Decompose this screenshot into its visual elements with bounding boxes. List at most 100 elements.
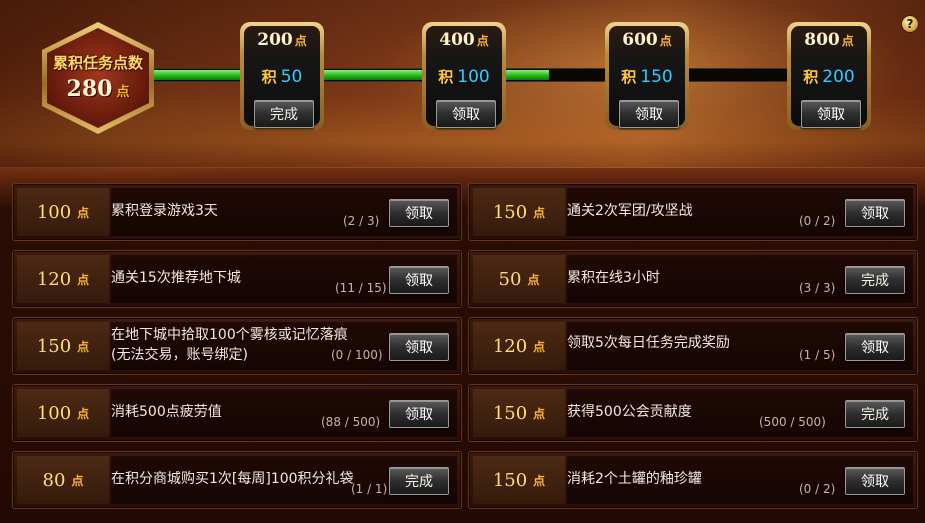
task-claim-button[interactable]: 领取 bbox=[845, 333, 905, 361]
total-points-label: 累积任务点数 bbox=[52, 54, 143, 72]
task-progress: (0 / 2) bbox=[799, 482, 836, 496]
task-points: 150 点 bbox=[475, 385, 563, 441]
task-points: 80 点 bbox=[19, 452, 107, 508]
task-title: 在积分商城购买1次[每周]100积分礼袋 bbox=[111, 471, 354, 487]
milestone-points-unit: 点 bbox=[294, 34, 307, 48]
task-points: 100 点 bbox=[19, 385, 107, 441]
milestone-points: 800 点 bbox=[787, 30, 871, 50]
task-points-number: 100 bbox=[36, 402, 72, 424]
task-progress: (500 / 500) bbox=[759, 415, 826, 429]
milestone-200-button[interactable]: 完成 bbox=[254, 100, 314, 128]
milestone-reward-value: 150 bbox=[640, 67, 673, 87]
task-progress: (0 / 100) bbox=[331, 348, 383, 362]
task-complete-button[interactable]: 完成 bbox=[389, 467, 449, 495]
task-progress: (3 / 3) bbox=[799, 281, 836, 295]
task-complete-button[interactable]: 完成 bbox=[845, 400, 905, 428]
milestone-800-button[interactable]: 领取 bbox=[801, 100, 861, 128]
task-points: 50 点 bbox=[475, 251, 563, 307]
task-points-unit: 点 bbox=[533, 339, 546, 354]
task-title: 在地下城中拾取100个雾核或记忆落痕 bbox=[111, 327, 348, 343]
task-title: 通关2次军团/攻坚战 bbox=[567, 203, 693, 219]
help-icon[interactable]: ? bbox=[901, 15, 919, 33]
task-points-number: 100 bbox=[36, 201, 72, 223]
total-points-value: 280 点 bbox=[40, 76, 156, 102]
milestone-points-unit: 点 bbox=[841, 34, 854, 48]
task-points-number: 80 bbox=[42, 469, 66, 491]
milestone-points-unit: 点 bbox=[659, 34, 672, 48]
total-points-number: 280 bbox=[66, 76, 113, 102]
task-title: 消耗2个土罐的釉珍罐 bbox=[567, 471, 702, 487]
points-currency-icon: 积 bbox=[621, 68, 637, 86]
task-progress: (0 / 2) bbox=[799, 214, 836, 228]
task-title: 累积登录游戏3天 bbox=[111, 203, 218, 219]
task-points-unit: 点 bbox=[533, 473, 546, 488]
task-points-number: 150 bbox=[492, 402, 528, 424]
milestone-points-unit: 点 bbox=[476, 34, 489, 48]
task-complete-button[interactable]: 完成 bbox=[845, 266, 905, 294]
task-points-unit: 点 bbox=[71, 473, 84, 488]
task-row: 120 点 通关15次推荐地下城 (11 / 15) 领取 bbox=[12, 250, 462, 308]
task-claim-button[interactable]: 领取 bbox=[389, 333, 449, 361]
task-points-unit: 点 bbox=[527, 272, 540, 287]
milestone-points: 200 点 bbox=[240, 30, 324, 50]
milestone-reward: 积 150 bbox=[605, 66, 689, 87]
task-title: 获得500公会贡献度 bbox=[567, 404, 692, 420]
milestone-points-number: 800 bbox=[804, 30, 840, 50]
task-claim-button[interactable]: 领取 bbox=[845, 199, 905, 227]
task-points: 120 点 bbox=[19, 251, 107, 307]
milestone-points-number: 400 bbox=[439, 30, 475, 50]
task-points-number: 50 bbox=[498, 268, 522, 290]
task-title: 累积在线3小时 bbox=[567, 270, 660, 286]
milestone-reward-value: 200 bbox=[822, 67, 855, 87]
task-points-unit: 点 bbox=[77, 339, 90, 354]
event-panel: ? 累积任务点数 280 点 200 点 积 50 完成 400 点 积 100 领取 6… bbox=[0, 0, 925, 523]
milestone-points-number: 200 bbox=[257, 30, 293, 50]
points-currency-icon: 积 bbox=[803, 68, 819, 86]
milestone-reward: 积 50 bbox=[240, 66, 324, 87]
milestone-points: 600 点 bbox=[605, 30, 689, 50]
milestone-points-number: 600 bbox=[622, 30, 658, 50]
task-claim-button[interactable]: 领取 bbox=[389, 266, 449, 294]
task-row: 100 点 消耗500点疲劳值 (88 / 500) 领取 bbox=[12, 384, 462, 442]
task-progress: (1 / 5) bbox=[799, 348, 836, 362]
task-progress: (2 / 3) bbox=[343, 214, 380, 228]
task-progress: (1 / 1) bbox=[351, 482, 388, 496]
milestone-reward-value: 50 bbox=[280, 67, 303, 87]
task-title-note: (无法交易，账号绑定) bbox=[111, 347, 248, 363]
task-points-number: 150 bbox=[492, 469, 528, 491]
task-claim-button[interactable]: 领取 bbox=[389, 400, 449, 428]
task-claim-button[interactable]: 领取 bbox=[389, 199, 449, 227]
task-points: 150 点 bbox=[475, 184, 563, 240]
task-points-unit: 点 bbox=[77, 272, 90, 287]
task-row: 50 点 累积在线3小时 (3 / 3) 完成 bbox=[468, 250, 918, 308]
milestone-points: 400 点 bbox=[422, 30, 506, 50]
task-title: 领取5次每日任务完成奖励 bbox=[567, 335, 730, 351]
points-currency-icon: 积 bbox=[261, 68, 277, 86]
task-points-unit: 点 bbox=[77, 406, 90, 421]
task-points-unit: 点 bbox=[533, 205, 546, 220]
task-row: 150 点 通关2次军团/攻坚战 (0 / 2) 领取 bbox=[468, 183, 918, 241]
task-row: 150 点 获得500公会贡献度 (500 / 500) 完成 bbox=[468, 384, 918, 442]
task-title: 消耗500点疲劳值 bbox=[111, 404, 222, 420]
task-title: 通关15次推荐地下城 bbox=[111, 270, 241, 286]
task-points-number: 120 bbox=[492, 335, 528, 357]
task-points: 100 点 bbox=[19, 184, 107, 240]
task-row: 150 点 在地下城中拾取100个雾核或记忆落痕 (无法交易，账号绑定) (0 /… bbox=[12, 317, 462, 375]
milestone-reward: 积 200 bbox=[787, 66, 871, 87]
task-row: 150 点 消耗2个土罐的釉珍罐 (0 / 2) 领取 bbox=[468, 451, 918, 509]
milestone-400-button[interactable]: 领取 bbox=[436, 100, 496, 128]
total-points-unit: 点 bbox=[116, 85, 130, 100]
points-currency-icon: 积 bbox=[438, 68, 454, 86]
milestone-600-button[interactable]: 领取 bbox=[619, 100, 679, 128]
task-points-number: 150 bbox=[492, 201, 528, 223]
milestone-reward: 积 100 bbox=[422, 66, 506, 87]
task-points: 150 点 bbox=[475, 452, 563, 508]
task-row: 120 点 领取5次每日任务完成奖励 (1 / 5) 领取 bbox=[468, 317, 918, 375]
task-claim-button[interactable]: 领取 bbox=[845, 467, 905, 495]
task-points-number: 120 bbox=[36, 268, 72, 290]
task-points-number: 150 bbox=[36, 335, 72, 357]
milestone-reward-value: 100 bbox=[457, 67, 490, 87]
task-progress: (11 / 15) bbox=[335, 281, 387, 295]
task-points: 120 点 bbox=[475, 318, 563, 374]
task-progress: (88 / 500) bbox=[321, 415, 381, 429]
